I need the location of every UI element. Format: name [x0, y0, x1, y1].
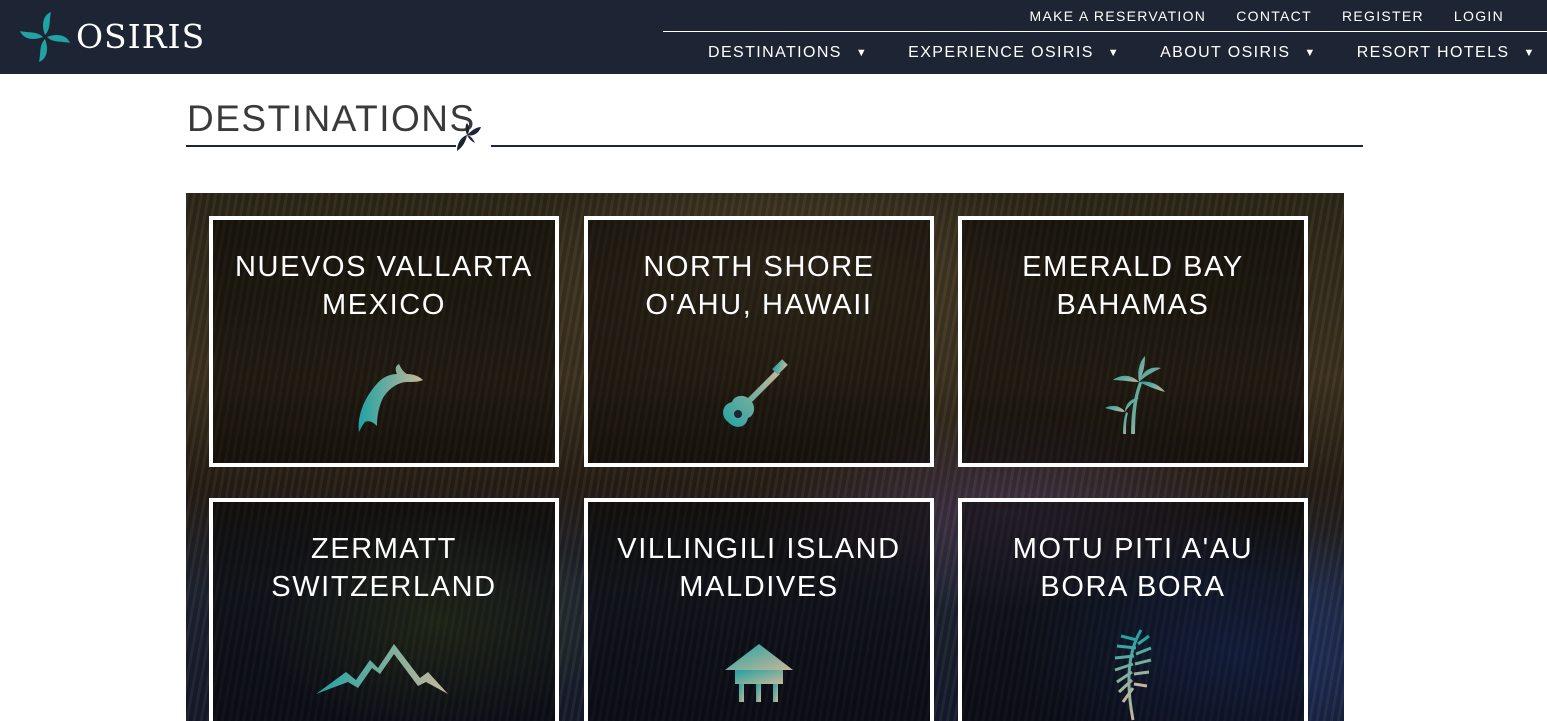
destination-tile-emerald-bay[interactable]: EMERALD BAY BAHAMAS	[958, 216, 1308, 467]
destination-name: NUEVOS VALLARTA	[235, 251, 533, 283]
destination-tile-zermatt[interactable]: ZERMATT SWITZERLAND	[209, 498, 559, 721]
dolphin-icon	[358, 364, 423, 432]
nav-destinations[interactable]: DESTINATIONS ▼	[708, 42, 868, 64]
destination-name: NORTH SHORE	[643, 251, 875, 283]
destination-region: BAHAMAS	[1056, 289, 1210, 321]
hut-icon	[725, 644, 793, 702]
palm-tree-icon	[1105, 356, 1165, 434]
destination-region: O'AHU, HAWAII	[645, 289, 873, 321]
destination-name: MOTU PITI A'AU	[1012, 533, 1254, 565]
destination-tile-nuevos-vallarta[interactable]: NUEVOS VALLARTA MEXICO	[209, 216, 559, 467]
destination-tile-bora-bora[interactable]: MOTU PITI A'AU BORA BORA	[958, 498, 1308, 721]
nav-about-label: ABOUT OSIRIS	[1160, 44, 1291, 61]
contact-link[interactable]: CONTACT	[1236, 8, 1312, 26]
nav-resort-hotels[interactable]: RESORT HOTELS ▼	[1357, 42, 1536, 64]
destination-name: VILLINGILI ISLAND	[617, 533, 901, 565]
destination-region: MALDIVES	[679, 571, 839, 603]
caret-down-icon: ▼	[855, 47, 869, 59]
register-link[interactable]: REGISTER	[1342, 8, 1424, 26]
leaf-icon	[457, 123, 481, 151]
mountain-icon	[316, 644, 448, 694]
nav-experience-label: EXPERIENCE OSIRIS	[908, 44, 1094, 61]
nav-destinations-label: DESTINATIONS	[708, 44, 842, 61]
caret-down-icon: ▼	[1304, 47, 1317, 59]
page-title: DESTINATIONS	[187, 98, 476, 139]
utility-nav: MAKE A RESERVATION CONTACT REGISTER LOGI…	[1030, 8, 1547, 26]
nav-about-osiris[interactable]: ABOUT OSIRIS ▼	[1160, 42, 1317, 64]
palm-frond-icon	[1114, 629, 1152, 721]
top-header: OSIRIS MAKE A RESERVATION CONTACT REGIST…	[0, 0, 1547, 74]
title-underline	[186, 145, 456, 147]
caret-down-icon: ▼	[1107, 47, 1121, 59]
destination-region: SWITZERLAND	[271, 571, 497, 603]
destination-region: BORA BORA	[1040, 571, 1226, 603]
destination-name: EMERALD BAY	[1022, 251, 1244, 283]
destination-tile-north-shore[interactable]: NORTH SHORE O'AHU, HAWAII	[584, 216, 934, 467]
destination-region: MEXICO	[322, 289, 446, 321]
nav-experience-osiris[interactable]: EXPERIENCE OSIRIS ▼	[908, 42, 1120, 64]
destination-name: ZERMATT	[311, 533, 457, 565]
destinations-grid: NUEVOS VALLARTA MEXICO NORTH SHORE O'AHU…	[186, 193, 1344, 721]
pinwheel-logo-icon	[20, 12, 70, 62]
header-divider	[663, 31, 1547, 32]
title-rule	[491, 145, 1363, 147]
make-reservation-link[interactable]: MAKE A RESERVATION	[1030, 8, 1207, 26]
logo[interactable]: OSIRIS	[18, 10, 218, 64]
brand-name: OSIRIS	[76, 17, 206, 56]
destination-tile-villingili-island[interactable]: VILLINGILI ISLAND MALDIVES	[584, 498, 934, 721]
main-nav: DESTINATIONS ▼ EXPERIENCE OSIRIS ▼ ABOUT…	[708, 42, 1536, 64]
login-link[interactable]: LOGIN	[1454, 8, 1504, 26]
caret-down-icon: ▼	[1523, 47, 1536, 59]
nav-resort-label: RESORT HOTELS	[1356, 44, 1510, 61]
ukulele-icon	[723, 359, 788, 427]
